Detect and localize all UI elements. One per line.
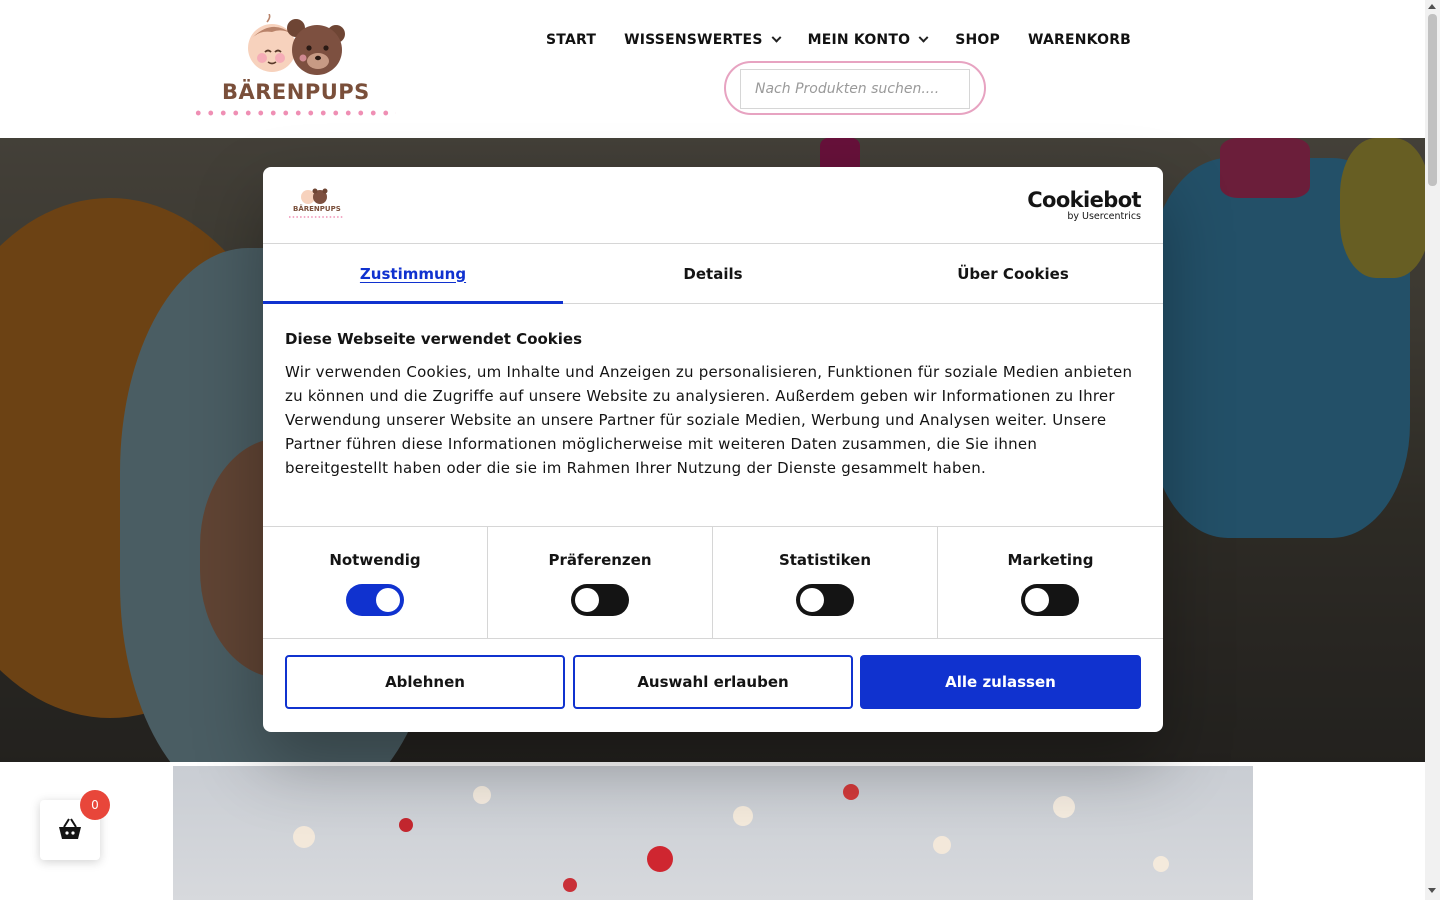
main-nav: START WISSENSWERTES MEIN KONTO SHOP WARE… — [532, 26, 1145, 54]
cookie-dialog-title: Diese Webseite verwendet Cookies — [285, 330, 583, 348]
nav-start[interactable]: START — [532, 26, 610, 54]
cookiebot-brand-name: Cookiebot — [1027, 188, 1141, 212]
bokeh-light — [293, 826, 315, 848]
cookie-dialog-description: Wir verwenden Cookies, um Inhalte und An… — [285, 363, 1133, 477]
tab-details-label: Details — [683, 264, 743, 283]
cart-count-badge: 0 — [80, 790, 110, 820]
cookiebot-brand[interactable]: Cookiebot by Usercentrics — [1027, 189, 1141, 223]
product-search — [724, 61, 986, 115]
cookie-dialog-logo-text: BÄRENPUPS — [293, 204, 341, 213]
logo-wordmark: BÄRENPUPS — [222, 80, 370, 104]
nav-mein-konto[interactable]: MEIN KONTO — [794, 26, 942, 54]
allow-all-button[interactable]: Alle zulassen — [860, 655, 1141, 709]
bokeh-light — [473, 786, 491, 804]
bokeh-light — [1053, 796, 1075, 818]
toggle-cell-statistiken: Statistiken — [713, 527, 938, 638]
cookie-dialog-site-logo: BÄRENPUPS — [285, 187, 345, 221]
nav-warenkorb-label: WARENKORB — [1027, 32, 1132, 48]
toggle-label-statistiken: Statistiken — [778, 551, 872, 569]
content-image-bokeh — [173, 766, 1253, 900]
allow-selection-button[interactable]: Auswahl erlauben — [573, 655, 853, 709]
nav-start-label: START — [546, 32, 597, 48]
nav-warenkorb[interactable]: WARENKORB — [1014, 26, 1145, 54]
nav-shop-label: SHOP — [955, 32, 1000, 48]
toggle-label-marketing: Marketing — [1007, 551, 1094, 569]
bokeh-red-dot — [399, 818, 413, 832]
site-header: BÄRENPUPS START WISSENSWERTES MEIN KONTO… — [0, 0, 1425, 138]
baby-bear-logo-icon — [248, 14, 345, 75]
product-search-input[interactable] — [740, 69, 970, 109]
toggle-knob — [1025, 588, 1049, 612]
cookie-category-toggles: Notwendig Präferenzen Statistiken Market… — [263, 526, 1163, 639]
toggle-statistiken[interactable] — [796, 584, 854, 616]
toggle-marketing[interactable] — [1021, 584, 1079, 616]
bokeh-light — [1153, 856, 1169, 872]
toggle-knob — [575, 588, 599, 612]
toggle-label-praeferenzen: Präferenzen — [548, 551, 652, 569]
scrollbar-thumb[interactable] — [1428, 14, 1437, 186]
cookie-dialog-body: Diese Webseite verwendet Cookies Wir ver… — [285, 327, 1141, 480]
page-scrollbar[interactable] — [1425, 0, 1440, 900]
scroll-up-arrow-icon[interactable] — [1428, 4, 1436, 9]
bokeh-light — [933, 836, 951, 854]
toggle-cell-praeferenzen: Präferenzen — [488, 527, 713, 638]
nav-shop[interactable]: SHOP — [941, 26, 1014, 54]
nav-mein-konto-label: MEIN KONTO — [807, 32, 911, 48]
tab-details[interactable]: Details — [563, 244, 863, 303]
nav-wissenswertes[interactable]: WISSENSWERTES — [610, 26, 794, 54]
toggle-cell-notwendig: Notwendig — [263, 527, 488, 638]
cookie-dialog-header: BÄRENPUPS Cookiebot by Usercentrics — [263, 167, 1163, 244]
toggle-praeferenzen[interactable] — [571, 584, 629, 616]
tab-ueber-cookies[interactable]: Über Cookies — [863, 244, 1163, 303]
cookie-consent-dialog: BÄRENPUPS Cookiebot by Usercentrics Zust… — [263, 167, 1163, 732]
toggle-cell-marketing: Marketing — [938, 527, 1163, 638]
cookie-dialog-buttons: Ablehnen Auswahl erlauben Alle zulassen — [285, 655, 1141, 709]
logo-dots-divider — [192, 110, 396, 116]
bokeh-light — [733, 806, 753, 826]
tab-ueber-cookies-label: Über Cookies — [957, 264, 1069, 283]
site-logo[interactable]: BÄRENPUPS — [190, 14, 400, 124]
cookiebot-brand-sub: by Usercentrics — [1067, 211, 1141, 222]
tab-zustimmung-label: Zustimmung — [359, 264, 467, 283]
toggle-knob — [800, 588, 824, 612]
toggle-notwendig[interactable] — [346, 584, 404, 616]
baby-bear-logo-icon: BÄRENPUPS — [289, 188, 343, 218]
toggle-knob — [376, 588, 400, 612]
tab-zustimmung[interactable]: Zustimmung — [263, 244, 563, 304]
cookie-dialog-tabs: Zustimmung Details Über Cookies — [263, 244, 1163, 304]
bokeh-red-dot — [647, 846, 673, 872]
chevron-down-icon — [771, 32, 782, 43]
scroll-down-arrow-icon[interactable] — [1428, 888, 1436, 893]
chevron-down-icon — [918, 32, 929, 43]
bokeh-red-dot — [563, 878, 577, 892]
decline-button[interactable]: Ablehnen — [285, 655, 565, 709]
bokeh-red-dot — [843, 784, 859, 800]
toggle-label-notwendig: Notwendig — [329, 551, 421, 569]
nav-wissenswertes-label: WISSENSWERTES — [624, 32, 763, 48]
